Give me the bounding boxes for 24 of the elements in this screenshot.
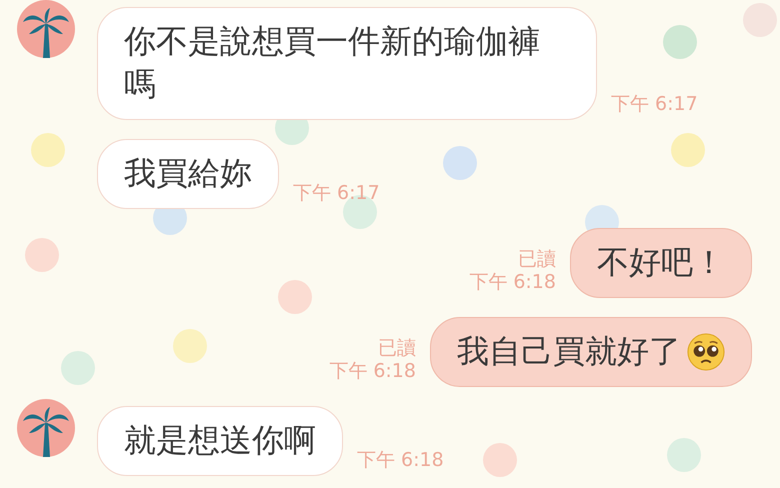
message-time: 下午 6:18 <box>469 271 556 294</box>
polka-dot <box>173 329 207 363</box>
message-text: 我自己買就好了 <box>457 331 681 372</box>
message-bubble: 你不是說想買一件新的瑜伽褲嗎 <box>97 7 597 120</box>
message-time: 下午 6:18 <box>329 360 416 383</box>
polka-dot <box>25 238 59 272</box>
message-time: 下午 6:17 <box>611 93 698 116</box>
message-bubble: 就是想送你啊 <box>97 406 343 476</box>
message-text: 不好吧！ <box>597 242 725 283</box>
polka-dot <box>667 438 701 472</box>
polka-dot <box>443 146 477 180</box>
read-receipt: 已讀 <box>378 337 416 360</box>
polka-dot <box>671 133 705 167</box>
message-time: 下午 6:17 <box>293 182 380 205</box>
polka-dot <box>663 25 697 59</box>
message-time: 下午 6:18 <box>357 449 444 472</box>
read-receipt: 已讀 <box>518 248 556 271</box>
polka-dot <box>278 280 312 314</box>
message-bubble: 我買給妳 <box>97 139 279 209</box>
polka-dot <box>31 133 65 167</box>
polka-dot <box>483 443 517 477</box>
palm-tree-avatar[interactable] <box>17 0 75 58</box>
palm-tree-avatar[interactable] <box>17 399 75 457</box>
polka-dot <box>61 351 95 385</box>
